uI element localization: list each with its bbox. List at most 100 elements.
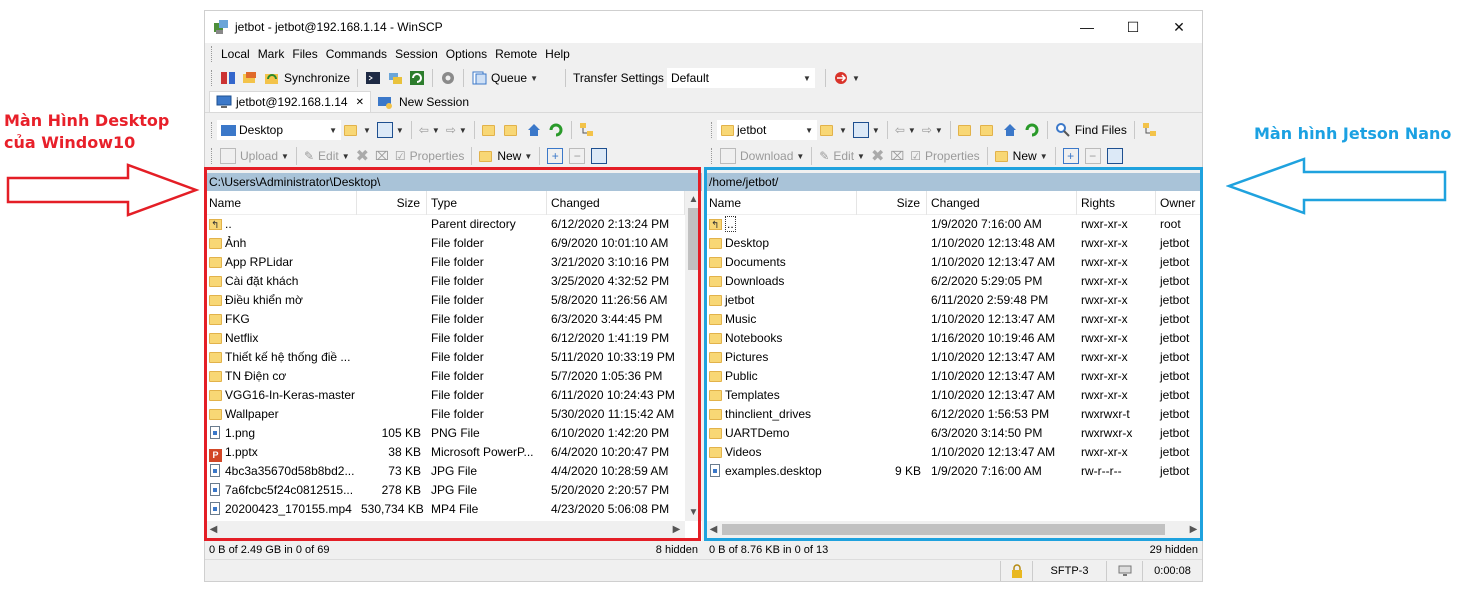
find-files-button[interactable]: Find Files xyxy=(1052,119,1130,141)
local-unselect-button[interactable]: − xyxy=(566,145,588,167)
remote-unselect-button[interactable]: − xyxy=(1082,145,1104,167)
local-hidden-count[interactable]: 8 hidden xyxy=(656,544,698,556)
remote-file-row[interactable]: .. 1/9/2020 7:16:00 AM rwxr-xr-x root xyxy=(705,215,1202,234)
remote-file-row[interactable]: Pictures 1/10/2020 12:13:47 AM rwxr-xr-x je… xyxy=(705,348,1202,367)
scroll-left-icon[interactable]: ◀ xyxy=(705,521,722,538)
scroll-left-icon[interactable]: ◀ xyxy=(205,521,222,538)
local-col-type[interactable]: Type xyxy=(427,190,547,215)
remote-file-row[interactable]: Public 1/10/2020 12:13:47 AM rwxr-xr-x jetb… xyxy=(705,367,1202,386)
maximize-button[interactable]: ☐ xyxy=(1110,11,1156,43)
synchronize-button[interactable]: Synchronize xyxy=(261,67,353,89)
local-file-row[interactable]: P 1.pptx 38 KB Microsoft PowerP... 6/4/2020 … xyxy=(205,443,702,462)
remote-hidden-count[interactable]: 29 hidden xyxy=(1150,544,1198,556)
local-properties-button[interactable]: ☑ Properties xyxy=(392,145,467,167)
minimize-button[interactable]: — xyxy=(1064,11,1110,43)
local-file-row[interactable]: Điều khiển mờ File folder 5/8/2020 11:26:5… xyxy=(205,291,702,310)
local-file-row[interactable]: App RPLidar File folder 3/21/2020 3:10:16 … xyxy=(205,253,702,272)
tab-new-session[interactable]: New Session xyxy=(371,91,475,112)
remote-col-owner[interactable]: Owner xyxy=(1156,190,1202,215)
local-scroll-thumb[interactable] xyxy=(688,208,699,270)
local-find-button[interactable] xyxy=(576,119,598,141)
putty-button[interactable] xyxy=(384,67,406,89)
remote-col-changed[interactable]: Changed xyxy=(927,190,1077,215)
remote-delete-button[interactable]: ✖ xyxy=(868,145,887,167)
scroll-up-icon[interactable]: ▲ xyxy=(685,191,702,208)
remote-open-folder-button[interactable]: ▼ xyxy=(817,119,850,141)
menu-local[interactable]: Local xyxy=(217,47,254,61)
local-filter-select-button[interactable] xyxy=(588,145,610,167)
remote-col-rights[interactable]: Rights xyxy=(1077,190,1156,215)
close-button[interactable]: ✕ xyxy=(1156,11,1202,43)
remote-root-dir-button[interactable] xyxy=(977,119,999,141)
local-file-row[interactable]: 4bc3a35670d58b8bd2... 73 KB JPG File 4/4/20… xyxy=(205,462,702,481)
close-tab-icon[interactable]: ✕ xyxy=(356,97,364,108)
remote-new-button[interactable]: New ▼ xyxy=(992,145,1051,167)
local-root-dir-button[interactable] xyxy=(501,119,523,141)
lock-icon[interactable] xyxy=(1000,560,1032,581)
compare-directories-button[interactable] xyxy=(217,67,239,89)
menu-mark[interactable]: Mark xyxy=(254,47,289,61)
remote-rename-button[interactable]: ⌧ xyxy=(887,145,907,167)
local-parent-dir-button[interactable] xyxy=(479,119,501,141)
remote-hscroll-thumb[interactable] xyxy=(722,524,1165,535)
local-file-row[interactable]: Ảnh File folder 6/9/2020 10:01:10 AM xyxy=(205,234,702,253)
remote-tree-button[interactable] xyxy=(1139,119,1161,141)
download-button[interactable]: Download ▼ xyxy=(717,145,807,167)
local-file-row[interactable]: FKG File folder 6/3/2020 3:44:45 PM xyxy=(205,310,702,329)
remote-back-button[interactable]: ⇦ ▼ xyxy=(892,119,919,141)
synchronize-browsing-button[interactable] xyxy=(239,67,261,89)
local-back-button[interactable]: ⇦ ▼ xyxy=(416,119,443,141)
local-delete-button[interactable]: ✖ xyxy=(353,145,372,167)
local-home-button[interactable] xyxy=(523,119,545,141)
local-col-changed[interactable]: Changed xyxy=(547,190,685,215)
local-file-row[interactable]: TN Điện cơ File folder 5/7/2020 1:05:36 PM xyxy=(205,367,702,386)
local-file-row[interactable]: Wallpaper File folder 5/30/2020 11:15:42 A… xyxy=(205,405,702,424)
remote-file-row[interactable]: Music 1/10/2020 12:13:47 AM rwxr-xr-x jetbo… xyxy=(705,310,1202,329)
remote-select-all-button[interactable]: + xyxy=(1060,145,1082,167)
local-refresh-button[interactable] xyxy=(545,119,567,141)
local-location-select[interactable]: Desktop ▼ xyxy=(217,120,341,140)
local-path-bar[interactable]: C:\Users\Administrator\Desktop\ xyxy=(205,173,702,191)
preferences-button[interactable] xyxy=(437,67,459,89)
remote-col-name[interactable]: Name xyxy=(705,190,857,215)
local-forward-button[interactable]: ⇨ ▼ xyxy=(443,119,470,141)
remote-file-row[interactable]: thinclient_drives 6/12/2020 1:56:53 PM rwx… xyxy=(705,405,1202,424)
menu-help[interactable]: Help xyxy=(541,47,574,61)
scroll-right-icon[interactable]: ▶ xyxy=(668,521,685,538)
remote-forward-button[interactable]: ⇨ ▼ xyxy=(919,119,946,141)
remote-horizontal-scrollbar[interactable]: ◀ ▶ xyxy=(705,521,1202,538)
local-edit-button[interactable]: ✎ Edit ▼ xyxy=(301,145,353,167)
menu-files[interactable]: Files xyxy=(288,47,321,61)
local-horizontal-scrollbar[interactable]: ◀ ▶ xyxy=(205,521,685,538)
local-file-row[interactable]: VGG16-In-Keras-master File folder 6/11/202… xyxy=(205,386,702,405)
local-filter-button[interactable]: ▼ xyxy=(374,119,407,141)
remote-file-row[interactable]: UARTDemo 6/3/2020 3:14:50 PM rwxrwxr-x jetb… xyxy=(705,424,1202,443)
remote-edit-button[interactable]: ✎ Edit ▼ xyxy=(816,145,868,167)
remote-path-bar[interactable]: /home/jetbot/ xyxy=(705,173,1202,191)
transfer-settings-select[interactable]: Default ▼ xyxy=(666,68,815,88)
local-file-row[interactable]: Thiết kế hệ thống điề ... File folder 5/11… xyxy=(205,348,702,367)
remote-file-row[interactable]: Notebooks 1/16/2020 10:19:46 AM rwxr-xr-x j… xyxy=(705,329,1202,348)
local-new-button[interactable]: New ▼ xyxy=(476,145,535,167)
local-col-name[interactable]: Name xyxy=(205,190,357,215)
local-rename-button[interactable]: ⌧ xyxy=(372,145,392,167)
menu-session[interactable]: Session xyxy=(391,47,442,61)
remote-file-row[interactable]: examples.desktop 9 KB 1/9/2020 7:16:00 AM r… xyxy=(705,462,1202,481)
local-select-all-button[interactable]: + xyxy=(544,145,566,167)
upload-button[interactable]: Upload ▼ xyxy=(217,145,292,167)
remote-home-button[interactable] xyxy=(999,119,1021,141)
remote-parent-dir-button[interactable] xyxy=(955,119,977,141)
remote-file-row[interactable]: Downloads 6/2/2020 5:29:05 PM rwxr-xr-x jet… xyxy=(705,272,1202,291)
local-col-size[interactable]: Size xyxy=(357,190,427,215)
title-bar[interactable]: jetbot - jetbot@192.168.1.14 - WinSCP — … xyxy=(205,11,1202,43)
refresh-session-button[interactable] xyxy=(406,67,428,89)
scroll-down-icon[interactable]: ▼ xyxy=(685,504,702,521)
remote-filter-button[interactable]: ▼ xyxy=(850,119,883,141)
menu-options[interactable]: Options xyxy=(442,47,491,61)
remote-file-row[interactable]: Documents 1/10/2020 12:13:47 AM rwxr-xr-x j… xyxy=(705,253,1202,272)
queue-button[interactable]: Queue ▼ xyxy=(468,67,541,89)
local-file-row[interactable]: 7a6fcbc5f24c0812515... 278 KB JPG File 5/20… xyxy=(205,481,702,500)
scroll-right-icon[interactable]: ▶ xyxy=(1185,521,1202,538)
remote-file-row[interactable]: Desktop 1/10/2020 12:13:48 AM rwxr-xr-x jet… xyxy=(705,234,1202,253)
remote-file-row[interactable]: Videos 1/10/2020 12:13:47 AM rwxr-xr-x jetb… xyxy=(705,443,1202,462)
